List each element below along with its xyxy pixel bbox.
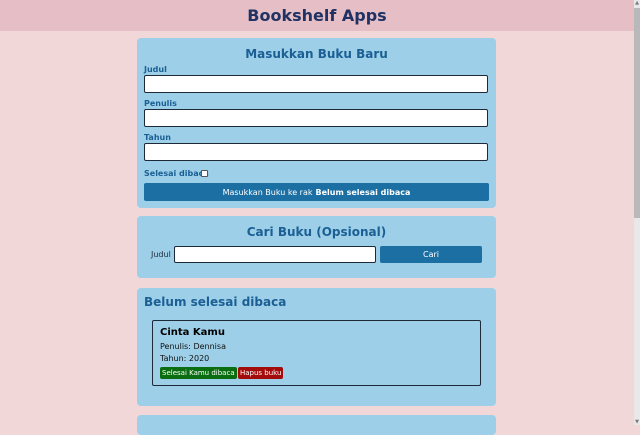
page-scrollbar[interactable]: ▲ ▼ [634, 0, 640, 425]
book-submit-button[interactable]: Masukkan Buku ke rak Belum selesai dibac… [144, 183, 489, 201]
book-item-title: Cinta Kamu [160, 327, 225, 338]
input-section-title: Masukkan Buku Baru [245, 47, 388, 61]
app-title: Bookshelf Apps [247, 6, 387, 25]
incomplete-bookshelf: Belum selesai dibaca Cinta Kamu Penulis:… [137, 288, 496, 406]
incomplete-shelf-title: Belum selesai dibaca [144, 295, 287, 309]
title-label: Judul [144, 65, 167, 74]
book-item-author: Penulis: Dennisa [160, 342, 226, 351]
submit-shelf-name: Belum selesai dibaca [315, 187, 411, 197]
mark-complete-button[interactable]: Selesai Kamu dibaca [160, 367, 237, 379]
book-item-year: Tahun: 2020 [160, 354, 210, 363]
complete-label: Selesai dibaca [144, 169, 209, 178]
book-complete-checkbox[interactable] [201, 170, 208, 177]
submit-prefix: Masukkan Buku ke rak [222, 187, 313, 197]
author-label: Penulis [144, 99, 177, 108]
year-label: Tahun [144, 133, 171, 142]
input-book-section: Masukkan Buku Baru Judul Penulis Tahun S… [137, 38, 496, 208]
book-title-input[interactable] [144, 75, 488, 93]
search-title-input[interactable] [174, 246, 376, 263]
scrollbar-thumb[interactable] [634, 8, 640, 218]
delete-book-button[interactable]: Hapus buku [238, 367, 284, 379]
complete-bookshelf [137, 415, 496, 435]
app-header: Bookshelf Apps [0, 0, 634, 31]
search-section-title: Cari Buku (Opsional) [246, 225, 387, 239]
book-item: Cinta Kamu Penulis: Dennisa Tahun: 2020 … [152, 320, 481, 386]
book-author-input[interactable] [144, 109, 488, 127]
search-submit-button[interactable]: Cari [380, 246, 482, 263]
search-book-section: Cari Buku (Opsional) Judul Cari [137, 216, 496, 278]
book-year-input[interactable] [144, 143, 488, 161]
scroll-down-icon[interactable]: ▼ [634, 419, 640, 425]
scroll-up-icon[interactable]: ▲ [634, 0, 640, 6]
search-title-label: Judul [151, 250, 171, 259]
